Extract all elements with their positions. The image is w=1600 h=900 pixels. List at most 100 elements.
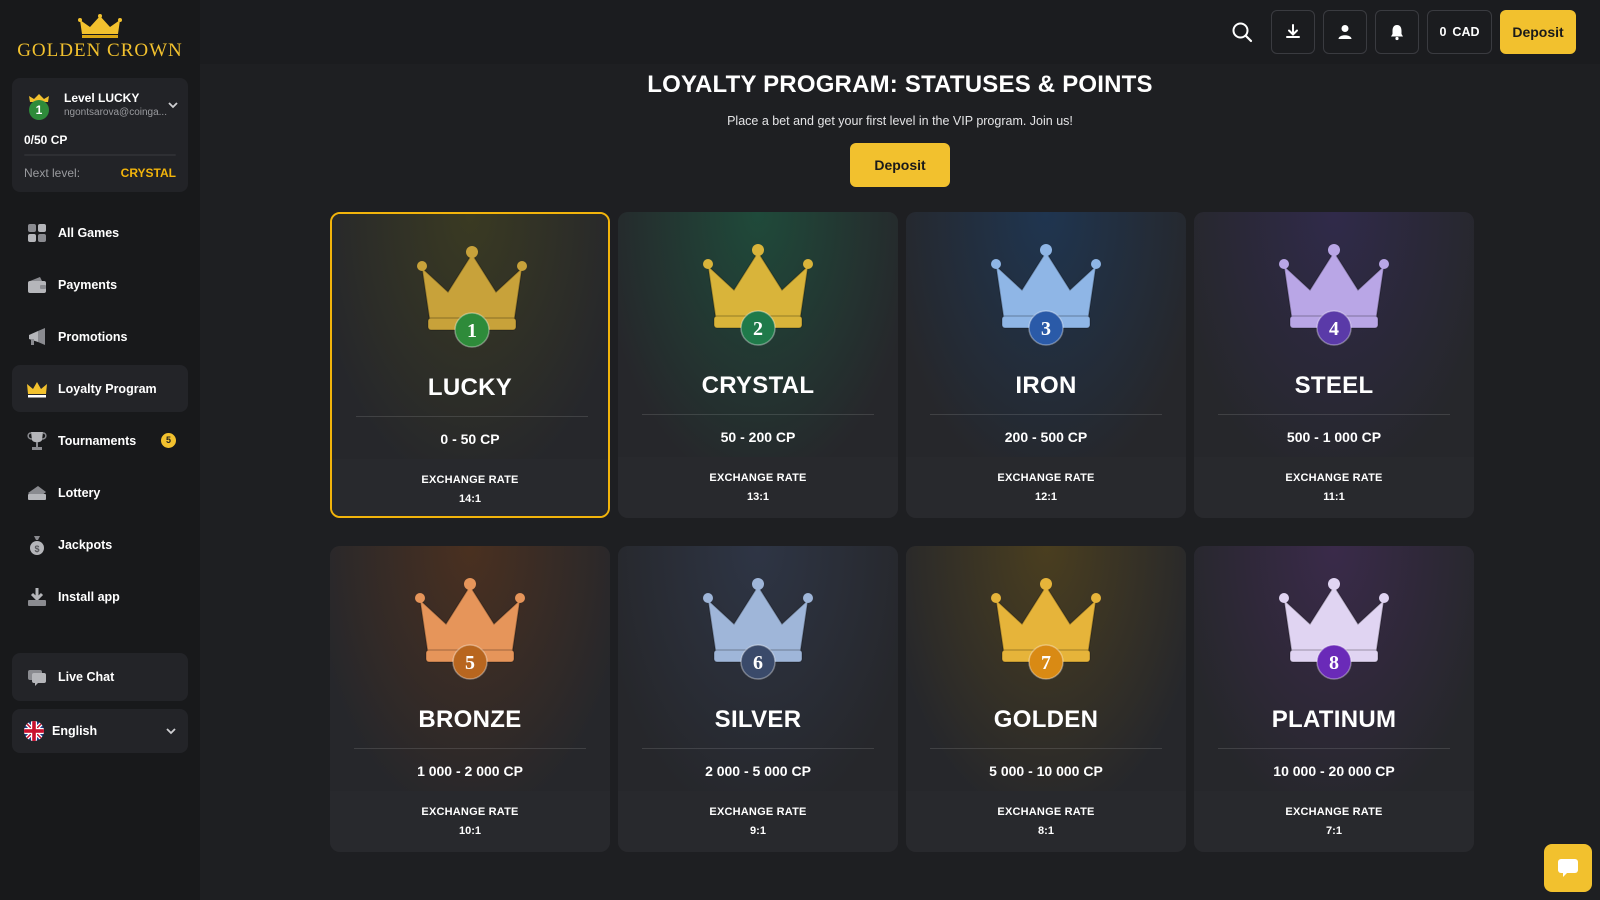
- logo[interactable]: GOLDEN CROWN: [0, 14, 200, 62]
- chevron-down-icon[interactable]: [166, 98, 180, 112]
- level-card-iron[interactable]: 3 IRON 200 - 500 CP EXCHANGE RATE 12:1: [906, 212, 1186, 518]
- level-number: 1: [467, 320, 477, 342]
- top-header: 0 CAD Deposit: [200, 0, 1600, 64]
- card-divider: [356, 416, 588, 417]
- level-card-silver[interactable]: 6 SILVER 2 000 - 5 000 CP EXCHANGE RATE 9:1: [618, 546, 898, 852]
- iron-crown-icon: 3: [986, 232, 1106, 352]
- level-badge-icon: 1: [29, 94, 49, 120]
- page-title: LOYALTY PROGRAM: STATUSES & POINTS: [647, 71, 1153, 98]
- level-points: 0/50 CP: [24, 133, 68, 147]
- level-card-steel[interactable]: 4 STEEL 500 - 1 000 CP EXCHANGE RATE 11:1: [1194, 212, 1474, 518]
- level-card-lucky[interactable]: 1 LUCKY 0 - 50 CP EXCHANGE RATE 14:1: [330, 212, 610, 518]
- exchange-rate-value: 10:1: [458, 825, 482, 837]
- sidebar-item-label: All Games: [58, 225, 120, 240]
- exchange-rate-label: EXCHANGE RATE: [1285, 806, 1383, 818]
- level-card-platinum[interactable]: 8 PLATINUM 10 000 - 20 000 CP EXCHANGE RATE…: [1194, 546, 1474, 852]
- exchange-rate-value: 7:1: [1326, 825, 1342, 837]
- ticket-icon: [26, 482, 48, 504]
- level-name: SILVER: [714, 706, 802, 733]
- card-footer: [332, 459, 608, 516]
- level-number: 7: [1041, 652, 1051, 674]
- level-name: LUCKY: [427, 374, 513, 401]
- card-divider: [1218, 414, 1450, 415]
- language-selector[interactable]: English: [12, 709, 188, 753]
- crown-icon: [26, 378, 48, 400]
- platinum-crown-icon: 8: [1274, 566, 1394, 686]
- sidebar-item-loyalty-program[interactable]: Loyalty Program: [12, 365, 188, 412]
- sidebar-item-lottery[interactable]: Lottery: [12, 469, 188, 516]
- exchange-rate-label: EXCHANGE RATE: [1285, 472, 1383, 484]
- level-badge-number: 1: [36, 103, 43, 117]
- balance-display[interactable]: 0 CAD: [1427, 10, 1492, 54]
- sidebar-item-label: Loyalty Program: [58, 381, 157, 396]
- live-chat-label: Live Chat: [58, 670, 115, 684]
- steel-crown-icon: 4: [1274, 232, 1394, 352]
- card-divider: [642, 414, 874, 415]
- crystal-crown-icon: 2: [698, 232, 818, 352]
- uk-flag-icon: [24, 721, 44, 741]
- sidebar-item-tournaments[interactable]: Tournaments 5: [12, 417, 188, 464]
- level-points-range: 1 000 - 2 000 CP: [417, 763, 523, 779]
- balance-amount: 0: [1439, 25, 1447, 39]
- profile-button[interactable]: [1323, 10, 1367, 54]
- bell-icon: [1391, 25, 1403, 41]
- wallet-icon: [26, 274, 48, 296]
- card-footer: [1194, 457, 1474, 518]
- notifications-button[interactable]: [1375, 10, 1419, 54]
- level-name: GOLDEN: [993, 706, 1099, 733]
- search-icon[interactable]: [1230, 20, 1254, 44]
- card-footer: [906, 457, 1186, 518]
- balance-currency: CAD: [1452, 25, 1480, 39]
- chat-widget-button[interactable]: [1544, 844, 1592, 892]
- level-card-golden[interactable]: 7 GOLDEN 5 000 - 10 000 CP EXCHANGE RATE 8:1: [906, 546, 1186, 852]
- sidebar-item-label: Install app: [58, 589, 120, 604]
- level-card-bronze[interactable]: 5 BRONZE 1 000 - 2 000 CP EXCHANGE RATE 10:1: [330, 546, 610, 852]
- sidebar-item-promotions[interactable]: Promotions: [12, 313, 188, 360]
- level-points-range: 500 - 1 000 CP: [1286, 429, 1382, 445]
- logo-text: GOLDEN CROWN: [17, 40, 183, 61]
- exchange-rate-value: 14:1: [458, 493, 482, 505]
- sidebar-item-install-app[interactable]: Install app: [12, 573, 188, 620]
- sidebar-item-label: Tournaments: [58, 433, 137, 448]
- sidebar-item-jackpots[interactable]: $ Jackpots: [12, 521, 188, 568]
- bronze-crown-icon: 5: [410, 566, 530, 686]
- exchange-rate-label: EXCHANGE RATE: [709, 806, 807, 818]
- svg-text:$: $: [34, 544, 39, 554]
- megaphone-icon: [26, 326, 48, 348]
- next-level-value: CRYSTAL: [120, 166, 176, 180]
- level-number: 6: [753, 652, 763, 674]
- level-points-range: 0 - 50 CP: [440, 431, 500, 447]
- exchange-rate-label: EXCHANGE RATE: [997, 806, 1095, 818]
- level-name: CRYSTAL: [701, 372, 815, 399]
- sidebar-item-all-games[interactable]: All Games: [12, 209, 188, 256]
- page-subtitle: Place a bet and get your first level in …: [727, 114, 1073, 128]
- sidebar-item-label: Payments: [58, 277, 118, 292]
- level-points-range: 10 000 - 20 000 CP: [1273, 763, 1395, 779]
- silver-crown-icon: 6: [698, 566, 818, 686]
- level-points-range: 2 000 - 5 000 CP: [705, 763, 811, 779]
- level-points-range: 5 000 - 10 000 CP: [989, 763, 1103, 779]
- live-chat-button[interactable]: Live Chat: [12, 653, 188, 701]
- level-name: Level LUCKY: [64, 91, 140, 105]
- lucky-crown-icon: 1: [412, 234, 532, 354]
- level-number: 8: [1329, 652, 1339, 674]
- language-label: English: [52, 724, 98, 738]
- download-app-button[interactable]: [1271, 10, 1315, 54]
- card-footer: [618, 791, 898, 852]
- download-icon: [26, 586, 48, 608]
- sidebar-item-payments[interactable]: Payments: [12, 261, 188, 308]
- card-footer: [906, 791, 1186, 852]
- main-deposit-button[interactable]: Deposit: [850, 143, 950, 187]
- level-number: 2: [753, 318, 763, 340]
- level-card-crystal[interactable]: 2 CRYSTAL 50 - 200 CP EXCHANGE RATE 13:1: [618, 212, 898, 518]
- sidebar-item-label: Promotions: [58, 329, 128, 344]
- header-deposit-button[interactable]: Deposit: [1500, 10, 1576, 54]
- card-divider: [1218, 748, 1450, 749]
- level-card[interactable]: 1 Level LUCKY ngontsarova@coinga... 0/50…: [12, 78, 188, 192]
- level-name: IRON: [1015, 372, 1077, 399]
- golden-crown-icon: 7: [986, 566, 1106, 686]
- tournaments-count-badge: 5: [161, 433, 176, 448]
- exchange-rate-value: 8:1: [1038, 825, 1054, 837]
- sidebar-nav: All Games Payments Promotions Loyalty Progr…: [12, 209, 188, 625]
- level-points-range: 200 - 500 CP: [1004, 429, 1088, 445]
